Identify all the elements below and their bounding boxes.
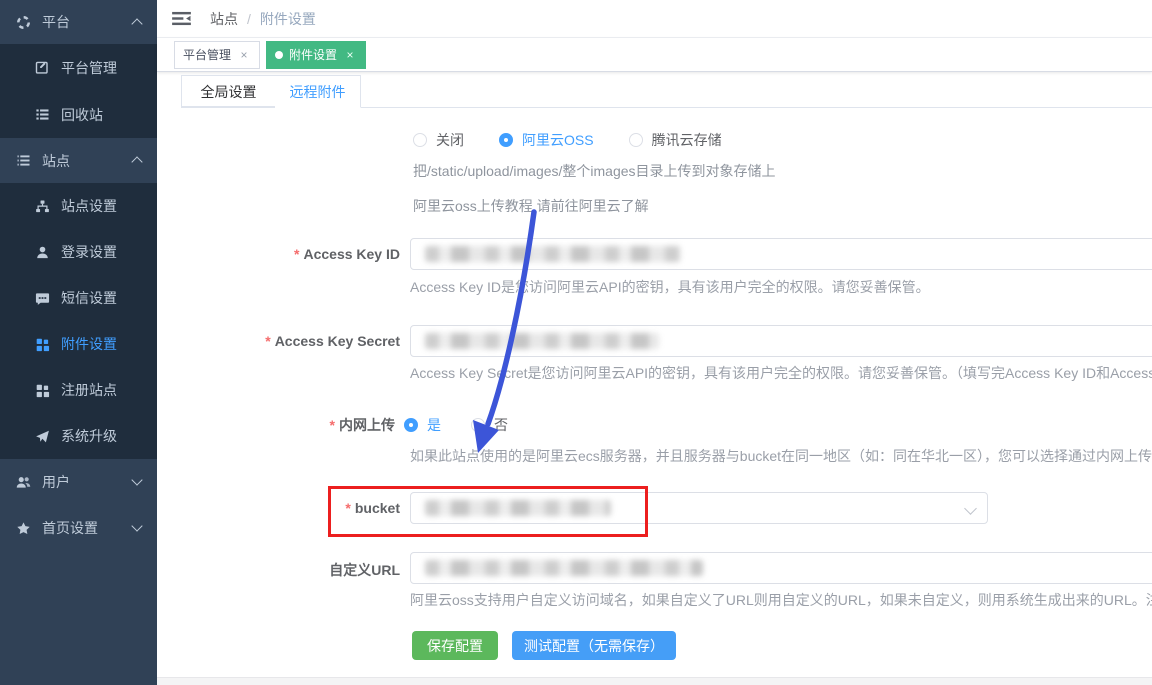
tag-attachment-settings[interactable]: 附件设置 × — [266, 41, 366, 69]
radio-icon[interactable] — [471, 418, 485, 432]
masked-value — [425, 333, 659, 349]
sidebar-submenu-platform: 平台管理 回收站 — [0, 44, 157, 138]
sidebar-group-users[interactable]: 用户 — [0, 459, 157, 505]
required-asterisk: * — [330, 417, 335, 433]
masked-value — [425, 500, 611, 516]
radio-option-aliyun-oss[interactable]: 阿里云OSS — [499, 130, 594, 150]
radio-label[interactable]: 关闭 — [436, 130, 464, 150]
sidebar-item-platform-manage[interactable]: 平台管理 — [0, 44, 157, 91]
field-label-bucket: *bucket — [210, 500, 400, 516]
site-icon — [15, 153, 31, 169]
sidebar-item-sms-settings[interactable]: 短信设置 — [0, 275, 157, 321]
sidebar-item-label: 登录设置 — [61, 242, 117, 262]
radio-label[interactable]: 腾讯云存储 — [652, 130, 722, 150]
edit-icon — [34, 60, 50, 76]
access-key-id-help: Access Key ID是您访问阿里云API的密钥，具有该用户完全的权限。请您… — [410, 277, 930, 297]
radio-icon[interactable] — [629, 133, 643, 147]
field-label-custom-url: 自定义URL — [210, 560, 400, 580]
sidebar-item-system-upgrade[interactable]: 系统升级 — [0, 413, 157, 459]
attachment-settings-page: 平台 平台管理 回收站 站点 — [0, 0, 1152, 685]
tutorial-tip-text: 阿里云oss上传教程,请前往阿里云了解 — [413, 196, 649, 216]
tab-remote-attachment[interactable]: 远程附件 — [275, 75, 361, 108]
sidebar-group-site[interactable]: 站点 — [0, 138, 157, 183]
radio-label[interactable]: 否 — [494, 415, 508, 435]
sitemap-icon — [34, 198, 50, 214]
bottom-strip — [157, 677, 1152, 685]
access-key-secret-help: Access Key Secret是您访问阿里云API的密钥，具有该用户完全的权… — [410, 363, 1152, 383]
sidebar-item-login-settings[interactable]: 登录设置 — [0, 229, 157, 275]
platform-icon — [15, 14, 31, 30]
list-icon — [34, 107, 50, 123]
close-icon[interactable]: × — [343, 48, 357, 62]
radio-selected-icon[interactable] — [499, 133, 513, 147]
chevron-down-icon — [131, 520, 142, 531]
sidebar-group-label: 用户 — [42, 472, 70, 492]
storage-type-radio-group: 关闭 阿里云OSS 腾讯云存储 — [413, 130, 722, 150]
sidebar-item-recycle-bin[interactable]: 回收站 — [0, 91, 157, 138]
radio-label[interactable]: 是 — [427, 415, 441, 435]
sidebar-item-attachment-settings[interactable]: 附件设置 — [0, 321, 157, 367]
sidebar-group-label: 站点 — [42, 151, 70, 171]
sidebar-item-site-settings[interactable]: 站点设置 — [0, 183, 157, 229]
upload-tip-text: 把/static/upload/images/整个images目录上传到对象存储… — [413, 161, 776, 181]
field-label-access-key-id: *Access Key ID — [210, 246, 400, 262]
required-asterisk: * — [265, 333, 270, 349]
grid-icon — [34, 382, 50, 398]
breadcrumb-section[interactable]: 站点 — [210, 9, 238, 29]
required-asterisk: * — [294, 246, 299, 262]
tag-platform-manage[interactable]: 平台管理 × — [174, 41, 260, 69]
radio-option-no[interactable]: 否 — [471, 415, 508, 435]
tags-bar: 平台管理 × 附件设置 × — [157, 38, 1152, 72]
sidebar-item-label: 注册站点 — [61, 380, 117, 400]
sidebar-group-homepage-settings[interactable]: 首页设置 — [0, 505, 157, 551]
sidebar-item-label: 站点设置 — [61, 196, 117, 216]
field-label-intranet-upload: *内网上传 — [210, 415, 395, 435]
users-icon — [15, 474, 31, 490]
sidebar: 平台 平台管理 回收站 站点 — [0, 0, 157, 685]
radio-label[interactable]: 阿里云OSS — [522, 130, 594, 150]
tag-label: 平台管理 — [183, 46, 231, 63]
sidebar-item-register-site[interactable]: 注册站点 — [0, 367, 157, 413]
close-icon[interactable]: × — [237, 48, 251, 62]
message-icon — [34, 290, 50, 306]
sidebar-submenu-site: 站点设置 登录设置 短信设置 附件设置 — [0, 183, 157, 459]
field-label-access-key-secret: *Access Key Secret — [210, 333, 400, 349]
breadcrumb-separator: / — [247, 11, 251, 27]
radio-icon[interactable] — [413, 133, 427, 147]
breadcrumb: 站点 / 附件设置 — [210, 9, 316, 29]
star-icon — [15, 520, 31, 536]
sidebar-group-platform[interactable]: 平台 — [0, 0, 157, 44]
tab-global-settings[interactable]: 全局设置 — [181, 75, 276, 107]
sidebar-item-label: 平台管理 — [61, 58, 117, 78]
radio-option-yes[interactable]: 是 — [404, 415, 441, 435]
sidebar-item-label: 短信设置 — [61, 288, 117, 308]
required-asterisk: * — [345, 500, 350, 516]
sidebar-item-label: 系统升级 — [61, 426, 117, 446]
intranet-upload-help: 如果此站点使用的是阿里云ecs服务器，并且服务器与bucket在同一地区（如：同… — [410, 446, 1152, 466]
save-config-button[interactable]: 保存配置 — [412, 631, 498, 660]
breadcrumb-page: 附件设置 — [260, 9, 316, 29]
send-icon — [34, 428, 50, 444]
sidebar-group-label: 平台 — [42, 12, 70, 32]
sidebar-item-label: 回收站 — [61, 105, 103, 125]
tag-label: 附件设置 — [289, 46, 337, 63]
intranet-upload-radio-group: 是 否 — [404, 415, 508, 435]
sidebar-group-label: 首页设置 — [42, 518, 98, 538]
grid-icon — [34, 336, 50, 352]
test-config-button[interactable]: 测试配置（无需保存） — [512, 631, 676, 660]
chevron-up-icon — [131, 18, 142, 29]
topbar: 站点 / 附件设置 — [157, 0, 1152, 38]
masked-value — [425, 560, 703, 576]
radio-option-tencent-cos[interactable]: 腾讯云存储 — [629, 130, 722, 150]
hamburger-icon[interactable] — [172, 9, 192, 29]
chevron-down-icon — [131, 474, 142, 485]
active-dot-icon — [275, 51, 283, 59]
radio-selected-icon[interactable] — [404, 418, 418, 432]
sidebar-item-label: 附件设置 — [61, 334, 117, 354]
masked-value — [425, 246, 681, 262]
radio-option-close[interactable]: 关闭 — [413, 130, 464, 150]
user-icon — [34, 244, 50, 260]
chevron-up-icon — [131, 156, 142, 167]
custom-url-help: 阿里云oss支持用户自定义访问域名，如果自定义了URL则用自定义的URL，如果未… — [410, 590, 1152, 610]
